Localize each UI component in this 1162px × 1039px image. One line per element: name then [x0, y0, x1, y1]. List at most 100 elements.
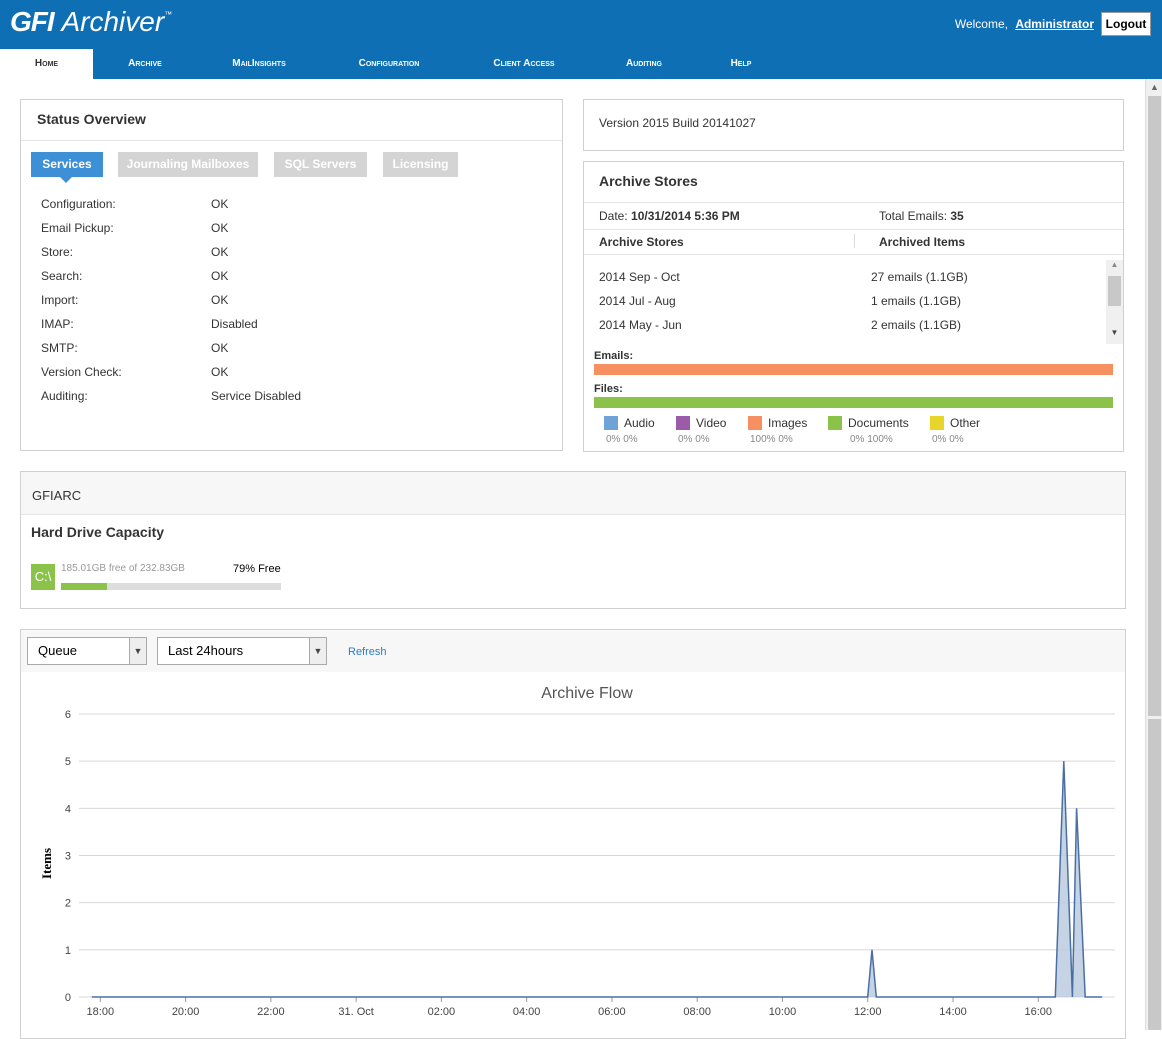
drive-usage-fill — [61, 583, 108, 590]
service-status: OK — [211, 245, 229, 259]
store-items: 27 emails (1.1GB) — [871, 270, 968, 284]
service-name: Configuration: — [41, 197, 116, 211]
archive-stores-panel: Archive Stores Date: 10/31/2014 5:36 PM … — [583, 161, 1124, 452]
service-status: OK — [211, 365, 229, 379]
date-label: Date: — [599, 209, 628, 223]
legend-documents-swatch — [828, 416, 842, 430]
series-area — [91, 761, 1103, 997]
column-divider — [854, 234, 855, 248]
scroll-track[interactable] — [1148, 719, 1161, 1030]
status-overview-panel: Status Overview Services Journaling Mail… — [20, 99, 563, 451]
divider — [584, 254, 1123, 255]
service-name: IMAP: — [41, 317, 74, 331]
legend-audio-pct: 0% 0% — [606, 434, 638, 445]
nav-archive[interactable]: Archive — [110, 49, 180, 79]
x-tick-label: 06:00 — [598, 1006, 626, 1018]
welcome-text: Welcome, Administrator — [955, 17, 1094, 31]
stores-list: 2014 Sep - Oct 27 emails (1.1GB) 2014 Ju… — [584, 260, 1123, 344]
drive-free-percent: 79% Free — [233, 563, 281, 575]
store-name[interactable]: 2014 May - Jun — [599, 318, 682, 332]
store-name[interactable]: 2014 Jul - Aug — [599, 294, 676, 308]
tab-licensing[interactable]: Licensing — [383, 152, 458, 177]
service-status: OK — [211, 341, 229, 355]
service-status: OK — [211, 269, 229, 283]
x-tick-label: 12:00 — [854, 1006, 882, 1018]
nav-home[interactable]: Home — [0, 49, 93, 79]
x-tick-label: 10:00 — [769, 1006, 797, 1018]
stores-scroll-thumb[interactable] — [1108, 276, 1121, 306]
logout-button[interactable]: Logout — [1101, 12, 1151, 36]
server-panel: GFIARC Hard Drive Capacity C:\ 185.01GB … — [20, 471, 1126, 609]
flow-range-value: Last 24hours — [168, 643, 244, 658]
col-header-archived-items[interactable]: Archived Items — [879, 235, 965, 249]
total-emails-label: Total Emails: — [879, 209, 948, 223]
x-tick-label: 04:00 — [513, 1006, 541, 1018]
store-items: 2 emails (1.1GB) — [871, 318, 962, 332]
archive-flow-panel: Queue ▼ Last 24hours ▼ Refresh Archive F… — [20, 629, 1126, 1039]
service-name: Store: — [41, 245, 74, 259]
files-bar — [594, 397, 1113, 408]
x-tick-label: 02:00 — [428, 1006, 456, 1018]
legend-documents-pct: 0% 100% — [850, 434, 893, 445]
y-axis-label: Items — [39, 848, 54, 879]
drive-icon: C:\ — [31, 564, 55, 590]
scroll-up-arrow-icon[interactable]: ▲ — [1146, 79, 1162, 96]
legend-other-label: Other — [950, 416, 981, 430]
legend-images-pct: 100% 0% — [750, 434, 793, 445]
legend-audio-label: Audio — [624, 416, 655, 430]
main-nav: Home Archive MailInsights Configuration … — [0, 49, 1162, 79]
nav-help[interactable]: Help — [718, 49, 764, 79]
welcome-label: Welcome, — [954, 17, 1008, 31]
gfi-archiver-logo[interactable]: GFI Archiver™ — [10, 6, 172, 38]
col-header-archive-stores[interactable]: Archive Stores — [599, 235, 684, 249]
chart-title: Archive Flow — [541, 685, 633, 702]
x-tick-label: 22:00 — [257, 1006, 285, 1018]
service-name: Email Pickup: — [41, 221, 114, 235]
tab-journaling-mailboxes[interactable]: Journaling Mailboxes — [118, 152, 258, 177]
date-value: 10/31/2014 5:36 PM — [631, 209, 740, 223]
chevron-down-icon[interactable]: ▼ — [129, 638, 146, 664]
tab-services[interactable]: Services — [31, 152, 103, 183]
user-link[interactable]: Administrator — [1015, 17, 1094, 31]
y-tick-label: 6 — [65, 709, 71, 721]
server-name: GFIARC — [32, 488, 82, 503]
server-header: GFIARC — [21, 472, 1125, 515]
divider — [21, 140, 562, 141]
x-tick-label: 20:00 — [172, 1006, 200, 1018]
page-scrollbar[interactable]: ▲ — [1145, 79, 1162, 1030]
scroll-thumb[interactable] — [1148, 96, 1161, 716]
service-status: Disabled — [211, 317, 258, 331]
legend-images-label: Images — [768, 416, 808, 430]
service-name: Import: — [41, 293, 79, 307]
nav-client-access[interactable]: Client Access — [476, 49, 572, 79]
x-tick-label: 18:00 — [87, 1006, 115, 1018]
nav-configuration[interactable]: Configuration — [340, 49, 438, 79]
scroll-down-arrow-icon[interactable]: ▼ — [1106, 328, 1123, 342]
logo-trademark: ™ — [164, 10, 173, 19]
nav-auditing[interactable]: Auditing — [612, 49, 676, 79]
total-emails-value: 35 — [950, 209, 964, 223]
flow-type-select[interactable]: Queue ▼ — [27, 637, 147, 665]
refresh-link[interactable]: Refresh — [348, 646, 387, 658]
y-tick-label: 3 — [65, 851, 71, 863]
store-name[interactable]: 2014 Sep - Oct — [599, 270, 680, 284]
y-tick-label: 0 — [65, 992, 71, 1004]
legend-video-pct: 0% 0% — [678, 434, 710, 445]
chevron-down-icon[interactable]: ▼ — [309, 638, 326, 664]
flow-range-select[interactable]: Last 24hours ▼ — [157, 637, 327, 665]
service-status: Service Disabled — [211, 389, 302, 403]
stores-date: Date: 10/31/2014 5:36 PM — [599, 209, 740, 223]
divider — [584, 229, 1123, 230]
legend-documents-label: Documents — [848, 416, 909, 430]
nav-mailinsights[interactable]: MailInsights — [215, 49, 303, 79]
y-tick-label: 1 — [65, 945, 71, 957]
stores-scrollbar[interactable]: ▲ ▼ — [1106, 260, 1123, 344]
scroll-up-arrow-icon[interactable]: ▲ — [1106, 260, 1123, 274]
y-tick-label: 5 — [65, 756, 71, 768]
x-tick-label: 08:00 — [683, 1006, 711, 1018]
x-tick-label: 16:00 — [1024, 1006, 1052, 1018]
hard-drive-title: Hard Drive Capacity — [31, 524, 165, 540]
service-status: OK — [211, 293, 229, 307]
tab-sql-servers[interactable]: SQL Servers — [274, 152, 367, 177]
store-items: 1 emails (1.1GB) — [871, 294, 962, 308]
